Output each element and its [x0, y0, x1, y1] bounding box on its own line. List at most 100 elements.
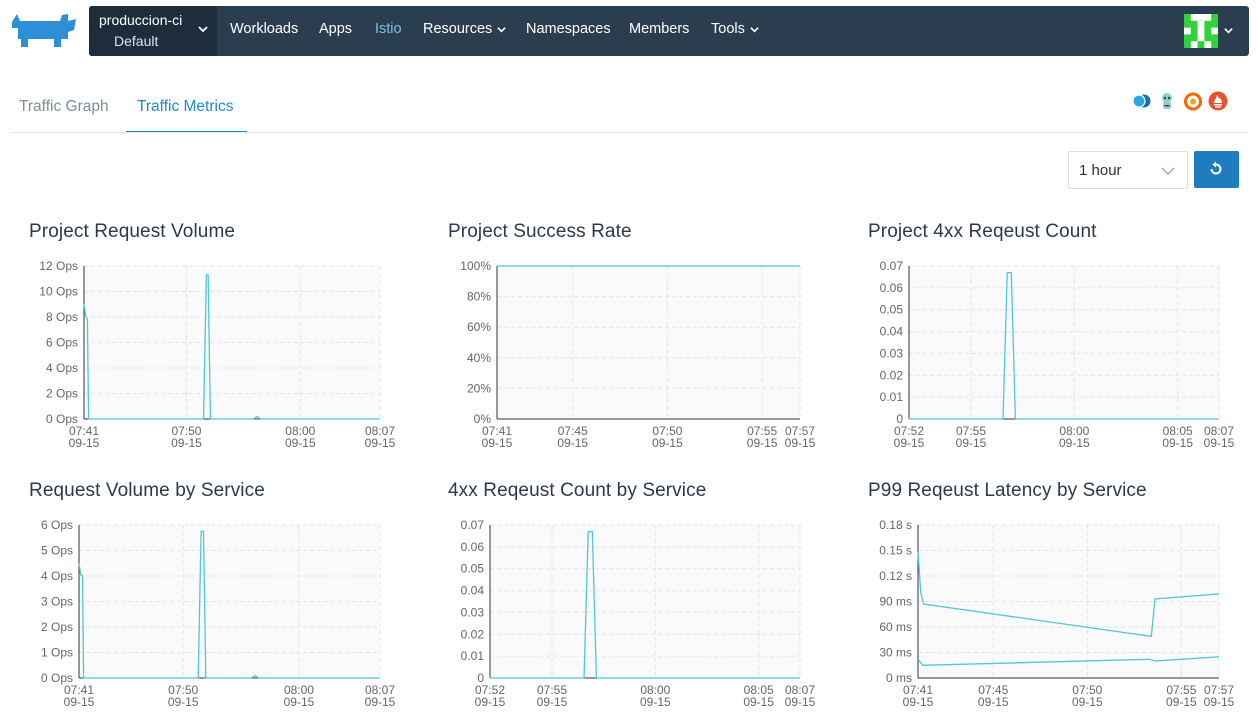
- rancher-logo-icon[interactable]: [10, 12, 76, 48]
- series-line: [78, 530, 380, 679]
- x-tick-time: 07:45: [558, 424, 588, 438]
- y-tick-label: 8 Ops: [46, 310, 78, 324]
- y-tick-label: 60%: [467, 320, 491, 334]
- nav-istio[interactable]: Istio: [375, 21, 402, 37]
- x-tick-time: 07:41: [903, 683, 933, 697]
- x-tick-date: 09-15: [1059, 436, 1090, 450]
- x-tick-time: 07:57: [785, 424, 815, 438]
- x-tick-time: 08:00: [640, 683, 670, 697]
- y-tick-label: 0%: [474, 412, 492, 426]
- y-tick-label: 0 Ops: [41, 671, 73, 685]
- x-tick-time: 08:00: [284, 683, 314, 697]
- x-tick-time: 07:55: [1166, 683, 1196, 697]
- y-tick-label: 90 ms: [879, 595, 912, 609]
- chart-title: P99 Reqeust Latency by Service: [868, 480, 1147, 501]
- refresh-button[interactable]: [1194, 151, 1239, 188]
- y-tick-label: 4 Ops: [41, 569, 73, 583]
- nav-resources[interactable]: Resources: [423, 21, 507, 37]
- time-range-select[interactable]: 1 hour: [1068, 151, 1188, 189]
- y-tick-label: 100%: [460, 259, 491, 273]
- chevron-down-icon[interactable]: [1223, 25, 1234, 36]
- y-tick-label: 0.18 s: [879, 518, 912, 532]
- x-tick-time: 07:45: [978, 683, 1008, 697]
- y-tick-label: 0.07: [880, 259, 904, 273]
- chevron-down-icon: [750, 26, 759, 33]
- nav-tools[interactable]: Tools: [711, 21, 760, 37]
- y-tick-label: 12 Ops: [39, 259, 78, 273]
- x-tick-time: 07:41: [69, 424, 99, 438]
- x-tick-date: 09-15: [785, 436, 816, 450]
- y-tick-label: 6 Ops: [46, 336, 78, 350]
- x-tick-date: 09-15: [1162, 436, 1193, 450]
- x-tick-date: 09-15: [365, 436, 396, 450]
- y-tick-label: 0.07: [461, 518, 485, 532]
- y-tick-label: 2 Ops: [46, 387, 78, 401]
- x-tick-time: 07:50: [652, 424, 682, 438]
- x-tick-date: 09-15: [640, 695, 671, 709]
- refresh-icon: [1210, 161, 1222, 175]
- chart-title: Request Volume by Service: [29, 480, 265, 501]
- y-tick-label: 0: [477, 671, 484, 685]
- tab-traffic-graph[interactable]: Traffic Graph: [19, 98, 109, 116]
- time-range-value: 1 hour: [1079, 162, 1122, 179]
- x-tick-date: 09-15: [285, 436, 316, 450]
- x-tick-date: 09-15: [1072, 695, 1103, 709]
- chevron-down-icon: [1161, 167, 1175, 175]
- x-tick-time: 07:52: [475, 683, 505, 697]
- tab-traffic-metrics[interactable]: Traffic Metrics: [137, 98, 233, 116]
- prometheus-icon[interactable]: [1208, 91, 1228, 111]
- x-tick-time: 07:41: [64, 683, 94, 697]
- x-tick-time: 08:07: [1204, 424, 1234, 438]
- y-tick-label: 6 Ops: [41, 518, 73, 532]
- plot-area: [490, 525, 800, 678]
- chart-title: Project 4xx Reqeust Count: [868, 221, 1097, 242]
- x-tick-date: 09-15: [747, 436, 778, 450]
- plot-area: [497, 266, 800, 419]
- y-tick-label: 80%: [467, 290, 491, 304]
- nav-members[interactable]: Members: [629, 21, 689, 37]
- x-tick-time: 07:50: [168, 683, 198, 697]
- x-tick-time: 07:55: [747, 424, 777, 438]
- kiali-icon[interactable]: [1131, 91, 1151, 111]
- user-avatar-icon[interactable]: [1184, 14, 1218, 48]
- y-tick-label: 0.02: [880, 368, 904, 382]
- y-tick-label: 0.01: [461, 649, 485, 663]
- x-tick-date: 09-15: [284, 695, 315, 709]
- x-tick-date: 09-15: [1166, 695, 1197, 709]
- y-tick-label: 0.04: [461, 584, 485, 598]
- y-tick-label: 0.02: [461, 627, 485, 641]
- y-tick-label: 5 Ops: [41, 544, 73, 558]
- grafana-icon[interactable]: [1183, 91, 1203, 111]
- nav-workloads[interactable]: Workloads: [230, 21, 298, 37]
- x-tick-date: 09-15: [956, 436, 987, 450]
- x-tick-date: 09-15: [894, 436, 925, 450]
- y-tick-label: 0.03: [461, 605, 485, 619]
- x-tick-date: 09-15: [69, 436, 100, 450]
- nav-label: Tools: [711, 21, 745, 37]
- x-tick-date: 09-15: [171, 436, 202, 450]
- x-tick-time: 08:00: [285, 424, 315, 438]
- x-tick-time: 07:50: [1072, 683, 1102, 697]
- nav-label: Apps: [319, 21, 353, 37]
- x-tick-time: 07:41: [482, 424, 512, 438]
- cluster-name: produccion-ci: [99, 12, 183, 28]
- nav-namespaces[interactable]: Namespaces: [526, 21, 611, 37]
- nav-label: Resources: [423, 21, 493, 37]
- y-tick-label: 4 Ops: [46, 361, 78, 375]
- x-tick-time: 07:57: [1204, 683, 1234, 697]
- y-tick-label: 2 Ops: [41, 620, 73, 634]
- y-tick-label: 0.03: [880, 346, 904, 360]
- x-tick-date: 09-15: [537, 695, 568, 709]
- cluster-project-switcher[interactable]: produccion-ci Default: [89, 6, 217, 56]
- nav-label: Members: [629, 21, 690, 37]
- x-tick-date: 09-15: [785, 695, 816, 709]
- x-tick-date: 09-15: [482, 436, 513, 450]
- x-tick-date: 09-15: [1204, 436, 1235, 450]
- nav-apps[interactable]: Apps: [319, 21, 352, 37]
- series-line: [83, 274, 380, 420]
- x-tick-time: 08:07: [365, 424, 395, 438]
- app-header: produccion-ci Default Workloads Apps Ist…: [0, 0, 1258, 62]
- jaeger-icon[interactable]: [1157, 91, 1177, 111]
- y-tick-label: 40%: [467, 351, 491, 365]
- plot-area: [84, 266, 380, 419]
